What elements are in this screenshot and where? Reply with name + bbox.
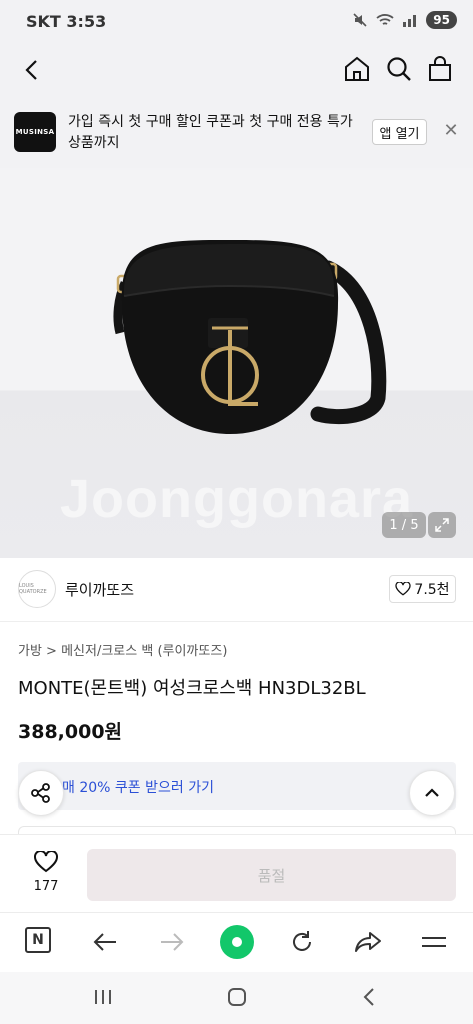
- shop-name[interactable]: 루이까또즈: [65, 579, 134, 600]
- top-nav-bar: [0, 42, 473, 98]
- back-arrow-icon[interactable]: [18, 56, 46, 84]
- wish-count: 177: [33, 879, 59, 894]
- green-dot-icon[interactable]: [220, 925, 254, 959]
- refresh-icon[interactable]: [287, 927, 317, 957]
- shop-like-count: 7.5천: [414, 582, 450, 598]
- breadcrumb[interactable]: 가방 > 메신저/크로스 백 (루이까또즈): [18, 640, 227, 659]
- musinsa-logo: MUSINSA: [14, 112, 56, 152]
- image-counter: 1 / 5: [382, 512, 426, 538]
- browser-share-icon[interactable]: [353, 927, 383, 957]
- battery-badge: 95: [426, 11, 457, 29]
- status-icons: 95: [352, 11, 457, 29]
- system-back-icon[interactable]: [356, 984, 382, 1010]
- browser-back-icon[interactable]: [90, 927, 120, 957]
- product-price: 388,000원: [18, 721, 123, 743]
- expand-icon[interactable]: [428, 512, 456, 538]
- joonggonara-watermark: Joonggonara: [60, 469, 414, 529]
- coupon-banner[interactable]: 매 20% 쿠폰 받으러 가기: [18, 762, 456, 810]
- wish-heart-icon[interactable]: [34, 851, 58, 873]
- product-image-gallery[interactable]: Joonggonara 1 / 5: [0, 168, 473, 558]
- shop-like-button[interactable]: 7.5천: [389, 575, 456, 603]
- sold-out-button: 품절: [87, 849, 456, 901]
- shopping-bag-icon[interactable]: [425, 54, 455, 84]
- banner-message: 가입 즉시 첫 구매 할인 쿠폰과 첫 구매 전용 특가 상품까지: [68, 114, 353, 151]
- shop-row[interactable]: LOUIS QUATORZE 루이까또즈 7.5천: [0, 558, 473, 622]
- search-icon[interactable]: [384, 54, 414, 84]
- system-nav-bar: [0, 972, 473, 1024]
- menu-icon[interactable]: [419, 927, 449, 957]
- heart-icon: [395, 582, 412, 596]
- browser-toolbar: N: [0, 912, 473, 972]
- browser-forward-icon[interactable]: [157, 927, 187, 957]
- status-time: SKT 3:53: [26, 12, 107, 31]
- status-bar: SKT 3:53 95: [0, 0, 473, 42]
- recent-apps-icon[interactable]: [90, 984, 116, 1010]
- chevron-up-icon: [425, 788, 439, 797]
- close-icon[interactable]: ✕: [442, 122, 460, 140]
- coupon-text[interactable]: 매 20% 쿠폰 받으러 가기: [62, 777, 214, 797]
- share-button[interactable]: [18, 770, 64, 816]
- shop-avatar[interactable]: LOUIS QUATORZE: [18, 570, 56, 608]
- purchase-action-bar: 177 품절: [0, 834, 473, 912]
- product-title: MONTE(몬트백) 여성크로스백 HN3DL32BL: [18, 678, 366, 699]
- app-install-banner: MUSINSA 가입 즉시 첫 구매 할인 쿠폰과 첫 구매 전용 특가 상품까…: [0, 98, 473, 168]
- scroll-top-button[interactable]: [409, 770, 455, 816]
- mute-icon: [353, 13, 367, 27]
- wifi-icon: [376, 14, 394, 25]
- next-section-edge: [18, 826, 456, 834]
- naver-n-icon[interactable]: N: [25, 927, 51, 953]
- home-icon[interactable]: [342, 54, 372, 84]
- open-app-button[interactable]: 앱 열기: [372, 119, 427, 145]
- signal-icon: [403, 15, 417, 27]
- share-icon: [31, 783, 50, 803]
- home-button-icon[interactable]: [224, 984, 250, 1010]
